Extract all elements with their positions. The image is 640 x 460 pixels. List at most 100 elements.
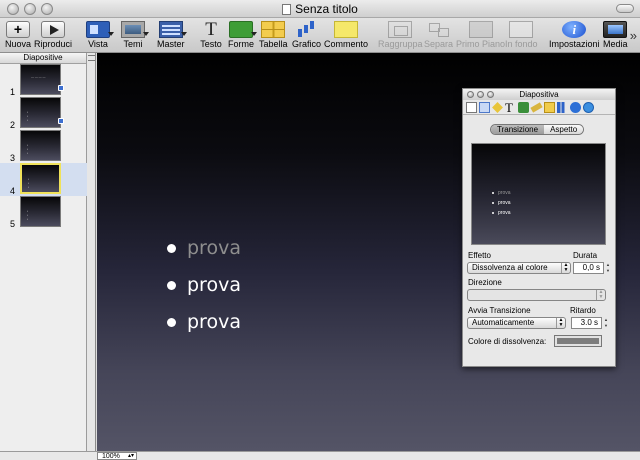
themes-button[interactable]: Temi — [121, 21, 149, 49]
bring-front-button[interactable]: Primo Piano — [456, 21, 505, 49]
chevron-updown-icon: ▲ ▼ — [596, 290, 605, 300]
slide-thumb-item[interactable]: 2 • • • — [0, 97, 87, 130]
ungroup-button[interactable]: Separa — [424, 21, 453, 49]
build-inspector-icon[interactable] — [492, 102, 503, 113]
slide-thumbnail: • • • — [20, 196, 61, 227]
tab-transition[interactable]: Transizione — [491, 125, 545, 134]
ungroup-label: Separa — [424, 39, 454, 49]
bullet-item[interactable]: prova — [167, 305, 241, 342]
delay-value: 3.0 s — [580, 318, 598, 327]
inspector-panel: Diapositiva T Transizione Aspetto prova … — [462, 88, 616, 367]
new-label: Nuova — [5, 39, 32, 49]
inspector-label: Impostazioni — [549, 39, 600, 49]
text-button[interactable]: T Testo — [199, 19, 223, 49]
group-button[interactable]: Raggruppa — [378, 21, 423, 49]
chart-inspector-icon[interactable] — [557, 102, 568, 113]
inspector-minimize-button[interactable] — [477, 91, 484, 98]
transition-preview: prova prova prova — [471, 143, 606, 245]
zoom-select[interactable]: 100% ▴▾ — [97, 452, 137, 460]
table-button[interactable]: Tabella — [259, 21, 288, 49]
play-label: Riproduci — [34, 39, 73, 49]
text-label: Testo — [200, 39, 222, 49]
document-inspector-icon[interactable] — [466, 102, 477, 113]
inspector-titlebar[interactable]: Diapositiva — [463, 89, 615, 100]
send-back-icon — [509, 21, 534, 38]
slide-thumb-item[interactable]: 1 — — — — — [0, 64, 87, 97]
fade-color-label: Colore di dissolvenza: — [468, 337, 547, 346]
effect-value: Dissolvenza al colore — [472, 263, 548, 272]
thumb-bullet-lines: • • • — [27, 209, 29, 221]
chart-label: Grafico — [292, 39, 322, 49]
chevron-updown-icon: ▲ ▼ — [556, 318, 565, 328]
splitter-grip-icon[interactable] — [88, 55, 95, 61]
start-transition-label: Avvia Transizione — [468, 306, 531, 315]
quicktime-inspector-icon[interactable] — [583, 102, 594, 113]
info-icon: i — [562, 21, 587, 38]
toolbar-overflow-icon[interactable]: » — [630, 28, 637, 43]
play-icon — [41, 21, 66, 38]
zoom-value: 100% — [102, 453, 120, 460]
direction-select[interactable]: ▲ ▼ — [467, 289, 606, 301]
bullet-item[interactable]: prova — [167, 268, 241, 305]
graphic-inspector-icon[interactable] — [518, 102, 529, 113]
navigator-header: Diapositive — [0, 53, 86, 64]
inspector-zoom-button[interactable] — [487, 91, 494, 98]
fade-color-swatch — [557, 338, 599, 344]
shapes-button[interactable]: Forme — [228, 21, 257, 49]
duration-value: 0,0 s — [582, 263, 600, 272]
inspector-button[interactable]: i Impostazioni — [549, 21, 600, 49]
toolbar-toggle-button[interactable] — [616, 4, 634, 13]
duration-label: Durata — [573, 251, 598, 260]
slide-thumb-item-selected[interactable]: 4 • • • — [0, 163, 87, 196]
title-bar: Senza titolo — [0, 0, 640, 18]
inspector-close-button[interactable] — [467, 91, 474, 98]
table-icon — [261, 21, 286, 38]
play-button[interactable]: Riproduci — [34, 21, 72, 49]
document-icon — [282, 4, 292, 15]
navigator-splitter[interactable] — [87, 53, 96, 451]
slide-thumb-item[interactable]: 5 • • • — [0, 196, 87, 229]
table-label: Tabella — [259, 39, 288, 49]
delay-stepper[interactable]: ▲ ▼ — [603, 317, 609, 329]
view-button[interactable]: Vista — [86, 21, 114, 49]
master-button[interactable]: Master — [157, 21, 187, 49]
duration-field[interactable]: 0,0 s — [573, 262, 604, 274]
master-label: Master — [157, 39, 185, 49]
slide-thumb-item[interactable]: 3 • • • — [0, 130, 87, 163]
tab-appearance[interactable]: Aspetto — [544, 125, 584, 134]
duration-stepper[interactable]: ▲ ▼ — [605, 262, 611, 274]
effect-label: Effetto — [468, 251, 491, 260]
inspector-tool-bar: T — [463, 100, 615, 115]
bullet-item[interactable]: prova — [167, 231, 241, 268]
new-button[interactable]: + Nuova — [5, 21, 31, 49]
status-bar: 100% ▴▾ — [0, 451, 640, 460]
effect-select[interactable]: Dissolvenza al colore ▲ ▼ — [467, 262, 571, 274]
send-back-button[interactable]: In fondo — [505, 21, 538, 49]
slide-navigator: Diapositive 1 — — — — 2 • • • 3 • • • 4 • • • … — [0, 53, 87, 451]
preview-bullets: prova prova prova — [492, 188, 511, 218]
thumb-bullet-lines: • • • — [28, 177, 30, 189]
slide-inspector-icon[interactable] — [479, 102, 490, 113]
text-icon: T — [205, 19, 217, 40]
group-icon — [388, 21, 413, 38]
metrics-inspector-icon[interactable] — [530, 102, 543, 113]
chart-icon — [295, 21, 319, 38]
slide-number: 2 — [10, 120, 16, 130]
comment-button[interactable]: Commento — [324, 21, 368, 49]
shapes-icon — [229, 21, 257, 38]
media-button[interactable]: Media — [603, 21, 628, 49]
group-label: Raggruppa — [378, 39, 423, 49]
slide-thumbnail: — — — — — [20, 64, 61, 95]
start-transition-value: Automaticamente — [472, 318, 535, 327]
fade-color-well[interactable] — [554, 335, 602, 347]
window-title: Senza titolo — [295, 2, 358, 16]
build-badge-icon — [58, 118, 64, 124]
master-icon — [158, 21, 187, 38]
table-inspector-icon[interactable] — [544, 102, 555, 113]
delay-field[interactable]: 3.0 s — [571, 317, 602, 329]
chart-button[interactable]: Grafico — [292, 21, 321, 49]
inspector-title: Diapositiva — [519, 90, 559, 99]
hyperlink-inspector-icon[interactable] — [570, 102, 581, 113]
text-inspector-icon[interactable]: T — [505, 101, 516, 114]
start-transition-select[interactable]: Automaticamente ▲ ▼ — [467, 317, 566, 329]
